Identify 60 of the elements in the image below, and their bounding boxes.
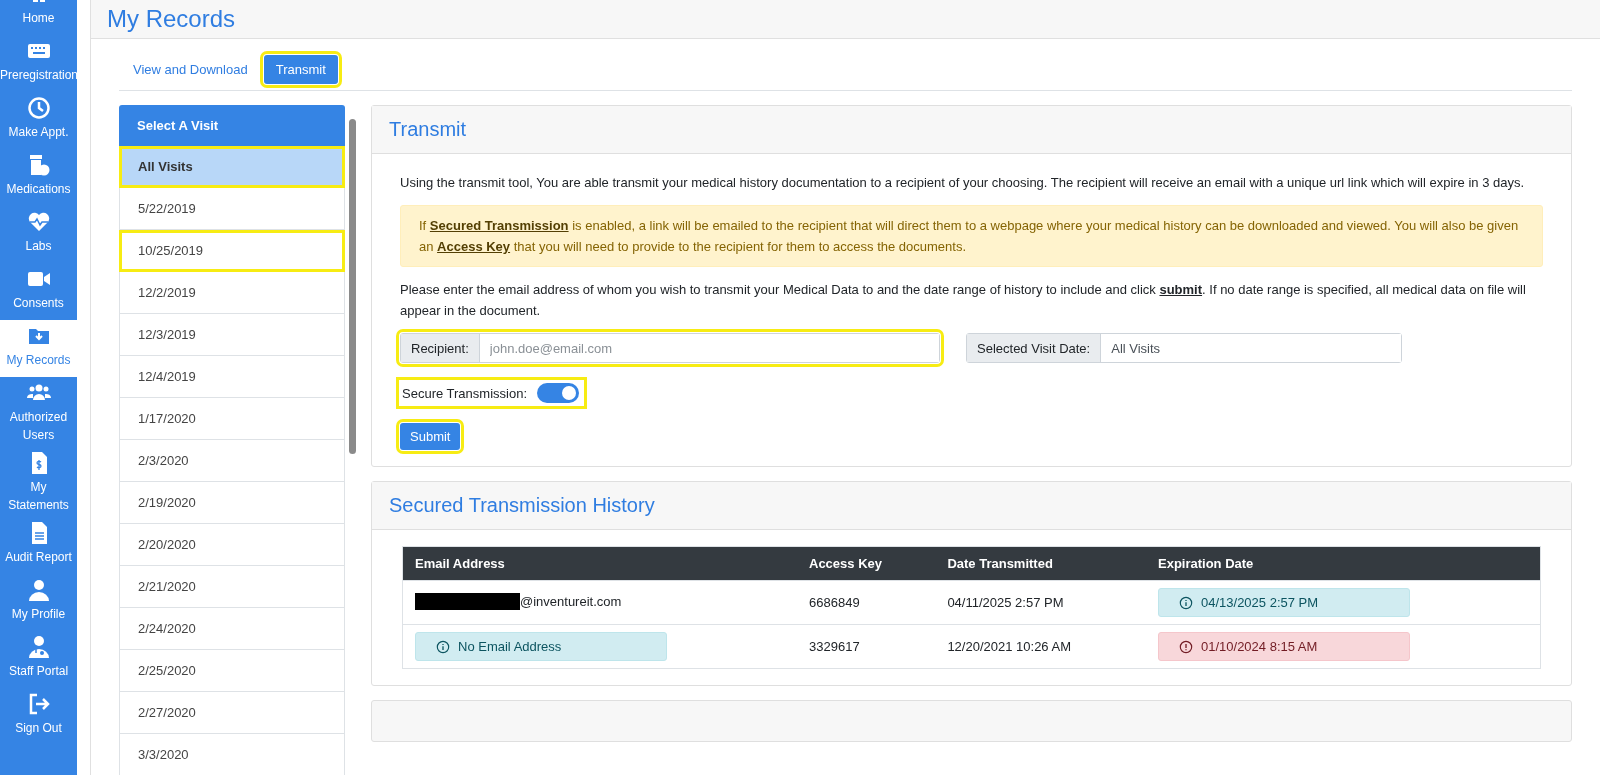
instructions-text: Please enter the email address of whom you wish to transmit your Medical Data to and the date range of history to include and click submit. If no date range is specified, all medical data on file will appear in the document. [400, 281, 1527, 320]
toggle-label: Secure Transmission: [402, 385, 527, 401]
table-cell: 04/11/2025 2:57 PM [947, 595, 1064, 610]
sidebar-item[interactable]: My Records [0, 320, 77, 377]
panel-title: Secured Transmission History [389, 494, 656, 517]
column-header: Expiration Date [1146, 546, 1541, 581]
doctor-icon [26, 635, 51, 659]
page-title: My Records [107, 5, 236, 33]
sidebar-item[interactable]: Sign Out [0, 688, 77, 745]
sidebar-item[interactable]: Staff Portal [0, 631, 77, 688]
person-icon [26, 578, 51, 602]
visit-item[interactable]: 2/25/2020 [119, 650, 345, 692]
alert-icon [1179, 639, 1193, 654]
clock-icon [26, 96, 51, 120]
sidebar-item[interactable]: Authorized Users [0, 377, 77, 447]
table-cell: 3329617 [809, 639, 860, 654]
info-icon [1179, 595, 1193, 610]
email-text: @inventureit.com [520, 593, 622, 609]
visit-item[interactable]: 2/3/2020 [119, 440, 345, 482]
sidebar-item[interactable]: Labs [0, 206, 77, 263]
visit-item[interactable]: 1/17/2020 [119, 398, 345, 440]
sidebar-item[interactable]: Preregistration [0, 35, 77, 92]
intro-text: Using the transmit tool, You are able transmit your medical history documentation to a recipient of your choosing. The recipient will receive an email with a unique url link which will expire in 3 days. [400, 174, 1526, 192]
sidebar-item[interactable]: Audit Report [0, 517, 77, 574]
visit-item[interactable]: 10/25/2019 [119, 230, 345, 272]
visit-item[interactable]: 2/21/2020 [119, 566, 345, 608]
status-badge: No Email Address [415, 632, 667, 661]
visit-item[interactable]: 2/27/2020 [119, 692, 345, 734]
field-label: Recipient: [401, 334, 480, 362]
visit-item[interactable]: 12/2/2019 [119, 272, 345, 314]
sidebar-item[interactable]: Home [0, 0, 77, 35]
visit-item[interactable]: 2/19/2020 [119, 482, 345, 524]
visit-item[interactable]: 2/24/2020 [119, 608, 345, 650]
sidebar-item[interactable]: Medications [0, 149, 77, 206]
column-header: Access Key [797, 546, 936, 581]
sidebar-item[interactable]: Consents [0, 263, 77, 320]
visit-item[interactable]: 3/3/2020 [119, 734, 345, 775]
sidebar-item[interactable]: My Profile [0, 574, 77, 631]
toggle-switch[interactable] [537, 383, 579, 403]
tab[interactable]: View and Download [121, 55, 260, 84]
date-badge: 01/10/2024 8:15 AM [1158, 632, 1410, 661]
notice-text: If Secured Transmission is enabled, a link will be emailed to the recipient that will direct them to a webpage where your medical history can be downloaded and viewed. You will also be given an Access Key that you will need to provide to the recipient for them to access the documents. [400, 205, 1543, 267]
date-badge: 04/13/2025 2:57 PM [1158, 588, 1410, 617]
sidebar-item[interactable]: Make Appt. [0, 92, 77, 149]
visit-item[interactable]: All Visits [119, 146, 345, 188]
table-cell: 6686849 [809, 595, 860, 610]
column-header: Date Transmitted [935, 546, 1146, 581]
visit-item[interactable]: 12/4/2019 [119, 356, 345, 398]
visit-item[interactable]: 5/22/2019 [119, 188, 345, 230]
list-header: Select A Visit [119, 105, 345, 146]
table-cell: 12/20/2021 10:26 AM [947, 639, 1071, 654]
panel-title: Transmit [389, 118, 468, 141]
heart-pulse-icon [26, 210, 51, 234]
column-header: Email Address [402, 546, 797, 581]
field-label: Selected Visit Date: [967, 334, 1102, 362]
sidebar-item[interactable]: My Statements [0, 447, 77, 517]
info-icon [436, 639, 450, 654]
visit-item[interactable]: 12/3/2019 [119, 314, 345, 356]
visit-item[interactable]: 2/20/2020 [119, 524, 345, 566]
visit-date-field[interactable]: Selected Visit Date: All Visits [966, 333, 1402, 363]
